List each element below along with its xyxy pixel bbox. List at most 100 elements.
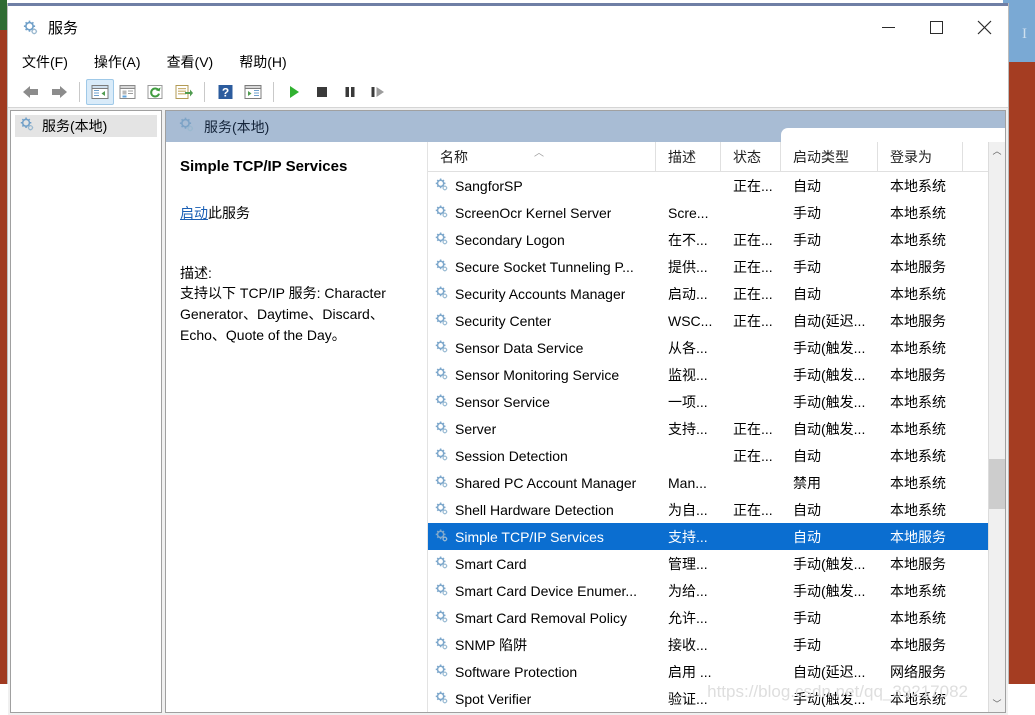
cell-startup-type: 手动(触发... (781, 392, 878, 412)
table-row[interactable]: Security Accounts Manager启动...正在...自动本地系… (428, 280, 988, 307)
menu-action[interactable]: 操作(A) (94, 52, 141, 72)
cell-startup-type: 禁用 (781, 473, 878, 493)
service-gear-icon (434, 339, 449, 357)
menu-help[interactable]: 帮助(H) (239, 52, 286, 72)
table-row[interactable]: Sensor Monitoring Service监视...手动(触发...本地… (428, 361, 988, 388)
cell-startup-type: 自动 (781, 176, 878, 196)
scrollbar-track[interactable] (989, 159, 1006, 695)
cell-service-name: SNMP 陷阱 (428, 635, 656, 655)
properties-icon[interactable] (114, 79, 142, 105)
back-arrow-icon[interactable] (17, 79, 45, 105)
tree-node-services-local[interactable]: 服务(本地) (15, 115, 157, 137)
cell-status: 正在... (721, 311, 781, 331)
menu-file[interactable]: 文件(F) (22, 52, 68, 72)
cell-log-on-as: 本地服务 (878, 311, 963, 331)
cell-description: 为自... (656, 500, 721, 520)
column-header-filler (963, 142, 988, 171)
stop-service-icon[interactable] (308, 79, 336, 105)
close-icon[interactable] (960, 6, 1008, 48)
cell-status: 正在... (721, 176, 781, 196)
cell-description: 提供... (656, 257, 721, 277)
column-header-description[interactable]: 描述 (656, 142, 721, 171)
show-action-pane-icon[interactable] (239, 79, 267, 105)
table-row[interactable]: ScreenOcr Kernel ServerScre...手动本地系统 (428, 199, 988, 226)
cell-status: 正在... (721, 446, 781, 466)
cell-service-name: Shared PC Account Manager (428, 474, 656, 492)
table-row[interactable]: Smart Card管理...手动(触发...本地服务 (428, 550, 988, 577)
cell-service-name: Sensor Monitoring Service (428, 366, 656, 384)
cell-log-on-as: 本地服务 (878, 635, 963, 655)
column-header-name[interactable]: 名称 ︿ (428, 142, 656, 171)
start-service-suffix: 此服务 (208, 205, 250, 221)
cell-log-on-as: 本地系统 (878, 338, 963, 358)
cell-log-on-as: 本地系统 (878, 689, 963, 709)
pane-header-label: 服务(本地) (204, 117, 269, 137)
menu-view[interactable]: 查看(V) (167, 52, 214, 72)
show-hide-tree-icon[interactable] (86, 79, 114, 105)
refresh-icon[interactable] (142, 79, 170, 105)
service-gear-icon (434, 609, 449, 627)
table-row[interactable]: Secondary Logon在不...正在...手动本地系统 (428, 226, 988, 253)
column-header-name-label: 名称 (440, 147, 468, 167)
table-row[interactable]: Sensor Data Service从各...手动(触发...本地系统 (428, 334, 988, 361)
service-name-label: Secondary Logon (455, 232, 565, 248)
service-name-label: Sensor Data Service (455, 340, 583, 356)
toolbar-separator (79, 82, 80, 102)
cell-description: 为给... (656, 581, 721, 601)
help-icon[interactable]: ? (211, 79, 239, 105)
maximize-button[interactable] (912, 6, 960, 48)
cell-service-name: SangforSP (428, 177, 656, 195)
console-tree-pane: 服务(本地) (10, 110, 162, 713)
table-row[interactable]: Server支持...正在...自动(触发...本地系统 (428, 415, 988, 442)
column-header-log-on-as[interactable]: 登录为 (878, 142, 963, 171)
cell-description: 验证... (656, 689, 721, 709)
cell-description: 一项... (656, 392, 721, 412)
start-service-link[interactable]: 启动 (180, 205, 208, 221)
export-list-icon[interactable] (170, 79, 198, 105)
service-gear-icon (434, 528, 449, 546)
service-name-label: SangforSP (455, 178, 523, 194)
table-row[interactable]: Session Detection正在...自动本地系统 (428, 442, 988, 469)
service-name-label: Server (455, 421, 496, 437)
scroll-down-icon[interactable]: ﹀ (989, 695, 1006, 712)
table-row[interactable]: Shell Hardware Detection为自...正在...自动本地系统 (428, 496, 988, 523)
table-row[interactable]: Simple TCP/IP Services支持...自动本地服务 (428, 523, 988, 550)
desktop-strip-green (0, 0, 7, 30)
table-row[interactable]: SNMP 陷阱接收...手动本地服务 (428, 631, 988, 658)
cell-startup-type: 手动 (781, 257, 878, 277)
window-title: 服务 (48, 17, 78, 38)
table-row[interactable]: Smart Card Removal Policy允许...手动本地系统 (428, 604, 988, 631)
scroll-up-icon[interactable]: ︿ (989, 142, 1006, 159)
cell-log-on-as: 本地系统 (878, 446, 963, 466)
cell-service-name: Simple TCP/IP Services (428, 528, 656, 546)
list-header-row: 名称 ︿ 描述 状态 启动类型 登录为 (428, 142, 988, 172)
scrollbar-thumb[interactable] (989, 459, 1006, 509)
table-row[interactable]: Software Protection启用 ...自动(延迟...网络服务 (428, 658, 988, 685)
column-header-startup-type[interactable]: 启动类型 (781, 142, 878, 171)
cell-log-on-as: 本地系统 (878, 608, 963, 628)
cell-log-on-as: 本地服务 (878, 527, 963, 547)
cell-description: WSC... (656, 313, 721, 329)
pane-split: Simple TCP/IP Services 启动此服务 描述: 支持以下 TC… (166, 142, 1005, 712)
cell-startup-type: 手动 (781, 608, 878, 628)
service-name-label: Secure Socket Tunneling P... (455, 259, 634, 275)
service-gear-icon (434, 447, 449, 465)
table-row[interactable]: Security CenterWSC...正在...自动(延迟...本地服务 (428, 307, 988, 334)
service-name-label: Smart Card (455, 556, 527, 572)
table-row[interactable]: Spot Verifier验证...手动(触发...本地系统 (428, 685, 988, 712)
vertical-scrollbar[interactable]: ︿ ﹀ (988, 142, 1005, 712)
forward-arrow-icon[interactable] (45, 79, 73, 105)
column-header-status[interactable]: 状态 (721, 142, 781, 171)
table-row[interactable]: Sensor Service一项...手动(触发...本地系统 (428, 388, 988, 415)
pause-service-icon[interactable] (336, 79, 364, 105)
cell-startup-type: 自动 (781, 500, 878, 520)
table-row[interactable]: Smart Card Device Enumer...为给...手动(触发...… (428, 577, 988, 604)
service-gear-icon (434, 177, 449, 195)
start-service-icon[interactable] (280, 79, 308, 105)
cell-log-on-as: 本地系统 (878, 473, 963, 493)
minimize-button[interactable] (864, 6, 912, 48)
table-row[interactable]: Secure Socket Tunneling P...提供...正在...手动… (428, 253, 988, 280)
table-row[interactable]: SangforSP正在...自动本地系统 (428, 172, 988, 199)
table-row[interactable]: Shared PC Account ManagerMan...禁用本地系统 (428, 469, 988, 496)
restart-service-icon[interactable] (364, 79, 392, 105)
